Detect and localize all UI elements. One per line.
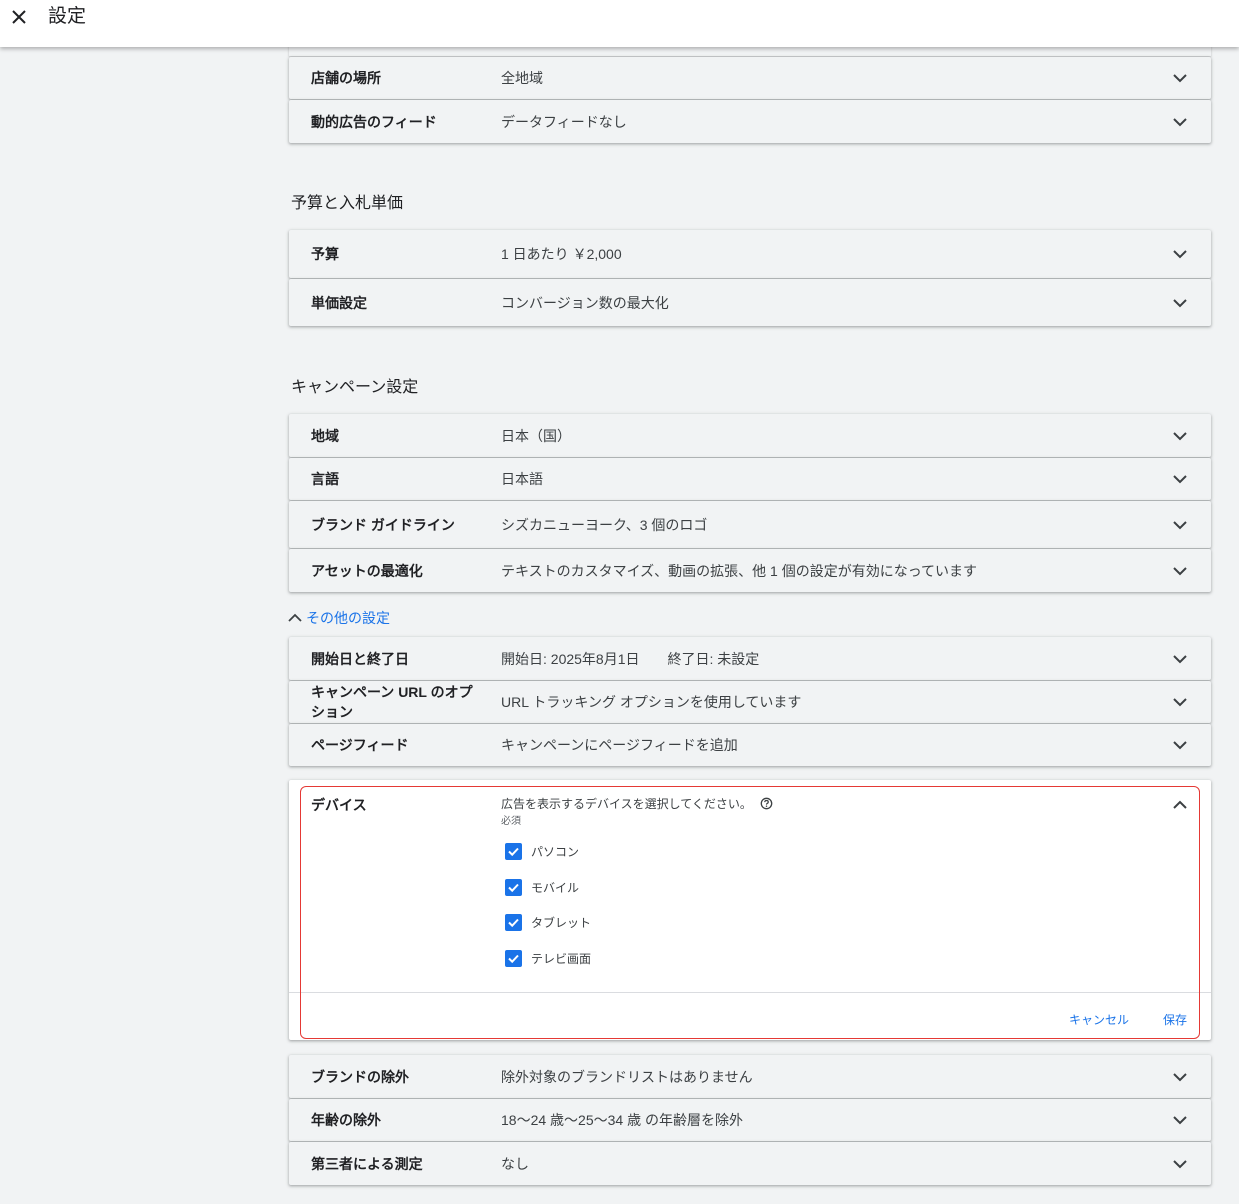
row-value: 日本（国） [501, 427, 571, 444]
device-settings-card: デバイス 広告を表示するデバイスを選択してください。 必須 パソコン モバイル … [289, 780, 1211, 1040]
checkbox-label: タブレット [531, 916, 592, 930]
chevron-down-icon [1173, 74, 1187, 83]
divider [289, 992, 1211, 993]
chevron-down-icon [1173, 698, 1187, 707]
settings-row-dynamic-feed[interactable]: 動的広告のフィード データフィードなし [289, 100, 1211, 143]
settings-row-store-location[interactable]: 店舗の場所 全地域 [289, 57, 1211, 99]
check-icon [508, 847, 519, 857]
top-bar: 設定 [0, 0, 1239, 47]
chevron-down-icon [1173, 475, 1187, 484]
chevron-down-icon [1173, 741, 1187, 750]
row-label: アセットの最適化 [311, 562, 423, 579]
settings-row-bidding[interactable]: 単価設定 コンバージョン数の最大化 [289, 279, 1211, 326]
chevron-up-icon [288, 613, 302, 622]
row-value: 1 日あたり ￥2,000 [501, 246, 622, 262]
settings-row-third-party-measurement[interactable]: 第三者による測定 なし [289, 1142, 1211, 1185]
settings-row-asset-optimization[interactable]: アセットの最適化 テキストのカスタマイズ、動画の拡張、他 1 個の設定が有効にな… [289, 549, 1211, 592]
section-title-budget: 予算と入札単価 [291, 195, 404, 212]
row-label: 店舗の場所 [311, 70, 381, 86]
row-value: 日本語 [501, 471, 543, 487]
required-label: 必須 [501, 816, 521, 827]
device-option-tablet[interactable]: タブレット [505, 914, 591, 931]
row-label: ブランドの除外 [311, 1068, 409, 1085]
save-button[interactable]: 保存 [1163, 1011, 1187, 1028]
check-icon [508, 954, 519, 964]
device-option-mobile[interactable]: モバイル [505, 879, 579, 896]
row-value: テキストのカスタマイズ、動画の拡張、他 1 個の設定が有効になっています [501, 562, 978, 579]
row-label: 第三者による測定 [311, 1155, 423, 1172]
checkbox[interactable] [505, 843, 522, 860]
row-label: 地域 [311, 427, 339, 444]
settings-row-languages[interactable]: 言語 日本語 [289, 458, 1211, 500]
row-value: 開始日: 2025年8月1日 終了日: 未設定 [501, 650, 760, 667]
check-icon [508, 883, 519, 893]
row-label: 年齢の除外 [311, 1112, 381, 1128]
settings-row-url-options[interactable]: キャンペーン URL のオプション URL トラッキング オプションを使用してい… [289, 681, 1211, 723]
chevron-down-icon [1173, 117, 1187, 126]
row-value: なし [501, 1155, 529, 1172]
row-value: 除外対象のブランドリストはありません [501, 1068, 753, 1085]
chevron-down-icon [1173, 298, 1187, 307]
close-button[interactable] [8, 6, 30, 28]
settings-row-start-end-date[interactable]: 開始日と終了日 開始日: 2025年8月1日 終了日: 未設定 [289, 637, 1211, 680]
checkbox-label: パソコン [531, 845, 580, 859]
device-description-text: 広告を表示するデバイスを選択してください。 [501, 797, 752, 811]
chevron-down-icon [1173, 520, 1187, 529]
section-title-campaign: キャンペーン設定 [291, 379, 419, 396]
chevron-down-icon [1173, 1116, 1187, 1125]
row-value: データフィードなし [501, 113, 627, 130]
row-label: 動的広告のフィード [311, 113, 437, 130]
close-icon [12, 10, 26, 24]
row-value: URL トラッキング オプションを使用しています [501, 694, 802, 710]
row-value: 18〜24 歳〜25〜34 歳 の年齢層を除外 [501, 1112, 743, 1128]
chevron-down-icon [1173, 1072, 1187, 1081]
settings-row-age-exclusions[interactable]: 年齢の除外 18〜24 歳〜25〜34 歳 の年齢層を除外 [289, 1099, 1211, 1141]
chevron-down-icon [1173, 1159, 1187, 1168]
row-label: 開始日と終了日 [311, 650, 409, 667]
checkbox-label: テレビ画面 [531, 952, 592, 966]
device-option-computer[interactable]: パソコン [505, 843, 579, 860]
device-description: 広告を表示するデバイスを選択してください。 [501, 795, 773, 812]
device-label: デバイス [311, 797, 367, 813]
row-value: 全地域 [501, 70, 543, 86]
settings-row-page-feed[interactable]: ページフィード キャンペーンにページフィードを追加 [289, 724, 1211, 766]
row-label: 言語 [311, 471, 339, 487]
chevron-down-icon [1173, 431, 1187, 440]
row-value: コンバージョン数の最大化 [501, 294, 669, 311]
row-value: キャンペーンにページフィードを追加 [501, 737, 738, 753]
more-settings-toggle[interactable]: その他の設定 [287, 608, 390, 628]
row-label: ページフィード [311, 737, 409, 753]
device-option-tv[interactable]: テレビ画面 [505, 950, 591, 967]
settings-row-locations[interactable]: 地域 日本（国） [289, 414, 1211, 457]
settings-row-budget[interactable]: 予算 1 日あたり ￥2,000 [289, 230, 1211, 278]
more-settings-label: その他の設定 [306, 610, 390, 626]
checkbox[interactable] [505, 950, 522, 967]
chevron-down-icon [1173, 250, 1187, 259]
page-title: 設定 [48, 6, 87, 27]
check-icon [508, 918, 519, 928]
chevron-down-icon [1173, 566, 1187, 575]
row-label: ブランド ガイドライン [311, 516, 455, 533]
row-value: シズカニューヨーク、3 個のロゴ [501, 516, 708, 533]
cancel-button[interactable]: キャンセル [1069, 1011, 1129, 1028]
row-label: 予算 [311, 246, 339, 262]
settings-row-brand-exclusions[interactable]: ブランドの除外 除外対象のブランドリストはありません [289, 1055, 1211, 1098]
settings-row-brand-guidelines[interactable]: ブランド ガイドライン シズカニューヨーク、3 個のロゴ [289, 501, 1211, 548]
help-icon[interactable] [760, 797, 773, 810]
checkbox[interactable] [505, 914, 522, 931]
checkbox[interactable] [505, 879, 522, 896]
checkbox-label: モバイル [531, 881, 580, 895]
chevron-down-icon [1173, 654, 1187, 663]
row-label: キャンペーン URL のオプション [311, 684, 473, 720]
row-label: 単価設定 [311, 294, 367, 311]
chevron-up-icon[interactable] [1171, 796, 1189, 814]
